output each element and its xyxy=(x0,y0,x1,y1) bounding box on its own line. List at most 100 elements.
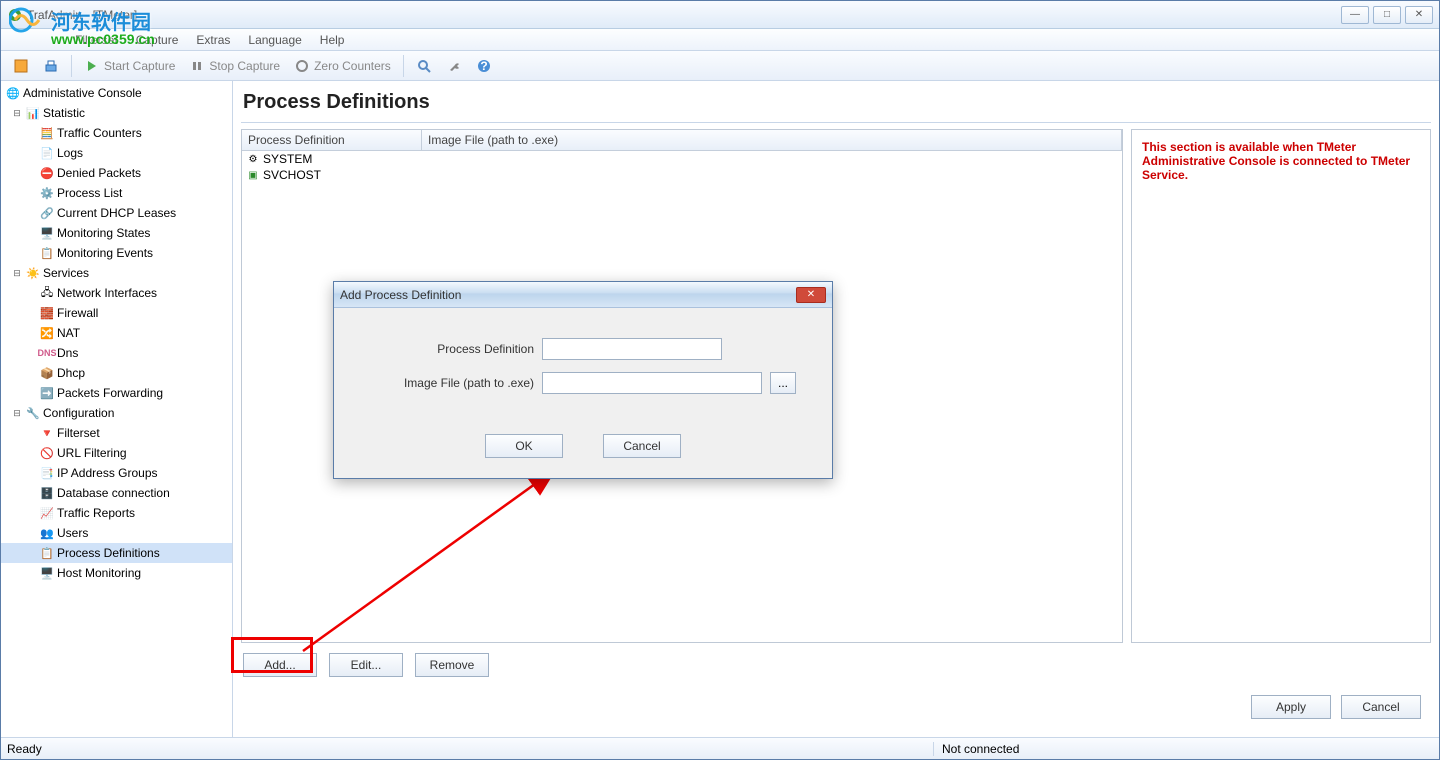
hostmon-icon: 🖥️ xyxy=(39,565,55,581)
zero-icon xyxy=(294,58,310,74)
add-button[interactable]: Add... xyxy=(243,653,317,677)
dialog-titlebar[interactable]: Add Process Definition ✕ xyxy=(334,282,832,308)
tree-traffic-reports[interactable]: 📈Traffic Reports xyxy=(1,503,232,523)
add-process-definition-dialog: Add Process Definition ✕ Process Definit… xyxy=(333,281,833,479)
db-icon: 🗄️ xyxy=(39,485,55,501)
status-right: Not connected xyxy=(933,742,1413,756)
menu-extras[interactable]: Extras xyxy=(188,31,238,49)
connection-notice: This section is available when TMeter Ad… xyxy=(1142,140,1420,182)
table-row[interactable]: ⚙SYSTEM xyxy=(242,151,1122,167)
edit-button[interactable]: Edit... xyxy=(329,653,403,677)
process-icon: ▣ xyxy=(246,168,260,182)
tree-mon-states[interactable]: 🖥️Monitoring States xyxy=(1,223,232,243)
info-panel: This section is available when TMeter Ad… xyxy=(1131,129,1431,643)
tree-host-monitoring[interactable]: 🖥️Host Monitoring xyxy=(1,563,232,583)
collapse-icon[interactable]: ⊟ xyxy=(11,267,23,279)
tree-dhcp[interactable]: 📦Dhcp xyxy=(1,363,232,383)
image-file-input[interactable] xyxy=(542,372,762,394)
tree-network-interfaces[interactable]: 🖧Network Interfaces xyxy=(1,283,232,303)
sidebar-tree: 🌐Administative Console ⊟📊Statistic 🧮Traf… xyxy=(1,81,233,737)
tree-services[interactable]: ⊟☀️Services xyxy=(1,263,232,283)
list-header: Process Definition Image File (path to .… xyxy=(242,130,1122,151)
app-icon xyxy=(7,7,23,23)
image-file-label: Image File (path to .exe) xyxy=(354,376,534,390)
tree-dns[interactable]: DNSDns xyxy=(1,343,232,363)
browse-button[interactable]: ... xyxy=(770,372,796,394)
collapse-icon[interactable]: ⊟ xyxy=(11,407,23,419)
process-definition-label: Process Definition xyxy=(354,342,534,356)
chart-icon: 📊 xyxy=(25,105,41,121)
status-left: Ready xyxy=(7,742,42,756)
cancel-button[interactable]: Cancel xyxy=(1341,695,1421,719)
minimize-button[interactable]: — xyxy=(1341,6,1369,24)
svg-text:?: ? xyxy=(480,59,487,73)
users-icon: 👥 xyxy=(39,525,55,541)
tree-users[interactable]: 👥Users xyxy=(1,523,232,543)
monitor-icon: 🖥️ xyxy=(39,225,55,241)
menu-help[interactable]: Help xyxy=(312,31,353,49)
zero-counters-button[interactable]: Zero Counters xyxy=(288,56,397,76)
tree-process-list[interactable]: ⚙️Process List xyxy=(1,183,232,203)
tree-denied-packets[interactable]: ⛔Denied Packets xyxy=(1,163,232,183)
menu-filterset[interactable]: Filterset xyxy=(67,31,126,49)
toolbar-wrench-icon[interactable] xyxy=(440,56,468,76)
tree-nat[interactable]: 🔀NAT xyxy=(1,323,232,343)
event-icon: 📋 xyxy=(39,245,55,261)
apply-button[interactable]: Apply xyxy=(1251,695,1331,719)
tree-logs[interactable]: 📄Logs xyxy=(1,143,232,163)
services-icon: ☀️ xyxy=(25,265,41,281)
toolbar-icon-1[interactable] xyxy=(7,56,35,76)
menubar: Filterset Capture Extras Language Help xyxy=(1,29,1439,51)
menu-language[interactable]: Language xyxy=(240,31,309,49)
tree-mon-events[interactable]: 📋Monitoring Events xyxy=(1,243,232,263)
tree-configuration[interactable]: ⊟🔧Configuration xyxy=(1,403,232,423)
dns-icon: DNS xyxy=(39,345,55,361)
toolbar-help-icon[interactable]: ? xyxy=(470,56,498,76)
close-window-button[interactable]: ✕ xyxy=(1405,6,1433,24)
toolbar-icon-2[interactable] xyxy=(37,56,65,76)
dhcp2-icon: 📦 xyxy=(39,365,55,381)
start-capture-button[interactable]: Start Capture xyxy=(78,56,181,76)
counter-icon: 🧮 xyxy=(39,125,55,141)
toolbar-magnify-icon[interactable] xyxy=(410,56,438,76)
dialog-cancel-button[interactable]: Cancel xyxy=(603,434,681,458)
tree-process-definitions[interactable]: 📋Process Definitions xyxy=(1,543,232,563)
tree-dhcp-leases[interactable]: 🔗Current DHCP Leases xyxy=(1,203,232,223)
tree-db-connection[interactable]: 🗄️Database connection xyxy=(1,483,232,503)
tree-traffic-counters[interactable]: 🧮Traffic Counters xyxy=(1,123,232,143)
denied-icon: ⛔ xyxy=(39,165,55,181)
dhcp-icon: 🔗 xyxy=(39,205,55,221)
stop-icon xyxy=(189,58,205,74)
report-icon: 📈 xyxy=(39,505,55,521)
statusbar: Ready Not connected xyxy=(1,737,1439,759)
tree-filterset[interactable]: 🔻Filterset xyxy=(1,423,232,443)
maximize-button[interactable]: □ xyxy=(1373,6,1401,24)
tree-statistic[interactable]: ⊟📊Statistic xyxy=(1,103,232,123)
menu-capture[interactable]: Capture xyxy=(128,31,187,49)
column-process-definition[interactable]: Process Definition xyxy=(242,130,422,150)
tree-url-filtering[interactable]: 🚫URL Filtering xyxy=(1,443,232,463)
tree-firewall[interactable]: 🧱Firewall xyxy=(1,303,232,323)
process-icon: ⚙ xyxy=(246,152,260,166)
procdef-icon: 📋 xyxy=(39,545,55,561)
dialog-title-text: Add Process Definition xyxy=(340,288,796,302)
titlebar: TrafAdmin - [TMeter] — □ ✕ xyxy=(1,1,1439,29)
tree-ip-groups[interactable]: 📑IP Address Groups xyxy=(1,463,232,483)
remove-button[interactable]: Remove xyxy=(415,653,489,677)
ok-button[interactable]: OK xyxy=(485,434,563,458)
nat-icon: 🔀 xyxy=(39,325,55,341)
collapse-icon[interactable]: ⊟ xyxy=(11,107,23,119)
tree-root[interactable]: 🌐Administative Console xyxy=(1,83,232,103)
wrench-icon: 🔧 xyxy=(25,405,41,421)
block-icon: 🚫 xyxy=(39,445,55,461)
ipgroup-icon: 📑 xyxy=(39,465,55,481)
table-row[interactable]: ▣SVCHOST xyxy=(242,167,1122,183)
content-area: Process Definitions Process Definition I… xyxy=(233,81,1439,737)
column-image-file[interactable]: Image File (path to .exe) xyxy=(422,130,1122,150)
page-title: Process Definitions xyxy=(241,87,1431,123)
dialog-close-button[interactable]: ✕ xyxy=(796,287,826,303)
process-definition-input[interactable] xyxy=(542,338,722,360)
stop-capture-button[interactable]: Stop Capture xyxy=(183,56,286,76)
tree-packets-fwd[interactable]: ➡️Packets Forwarding xyxy=(1,383,232,403)
window-title: TrafAdmin - [TMeter] xyxy=(27,8,1341,22)
